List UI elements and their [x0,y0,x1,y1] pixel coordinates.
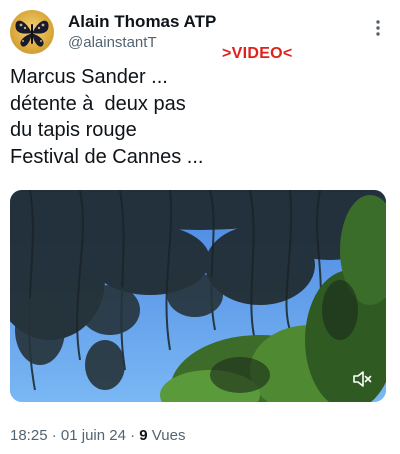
author-handle[interactable]: @alainstantT [68,33,157,52]
tweet-date[interactable]: 01 juin 24 [61,427,126,444]
tweet-text: Marcus Sander ... détente à deux pas du … [10,64,380,170]
more-options-button[interactable] [366,16,390,40]
butterfly-icon [15,20,49,47]
tweet-text-line: du tapis rouge [10,119,137,141]
views-count: 9 [139,427,148,444]
more-vertical-icon [376,20,380,36]
video-overlay-label: >VIDEO< [222,45,293,62]
tweet-meta: 18:25 · 01 juin 24 · 9 Vues [10,426,185,446]
meta-separator: · [47,427,61,444]
tweet-text-line: Festival de Cannes ... [10,145,204,168]
author-display-name[interactable]: Alain Thomas ATP [68,12,216,32]
tweet-text-line: détente à deux pas [10,92,186,115]
tweet-text-line: Marcus Sander ... [10,66,168,88]
views-label: Vues [147,427,186,444]
avatar[interactable] [10,10,54,54]
speaker-muted-icon[interactable] [352,370,372,388]
meta-separator: · [125,427,140,444]
tweet-time[interactable]: 18:25 [10,427,48,444]
video-frame [10,190,386,402]
video-player[interactable] [10,190,386,402]
